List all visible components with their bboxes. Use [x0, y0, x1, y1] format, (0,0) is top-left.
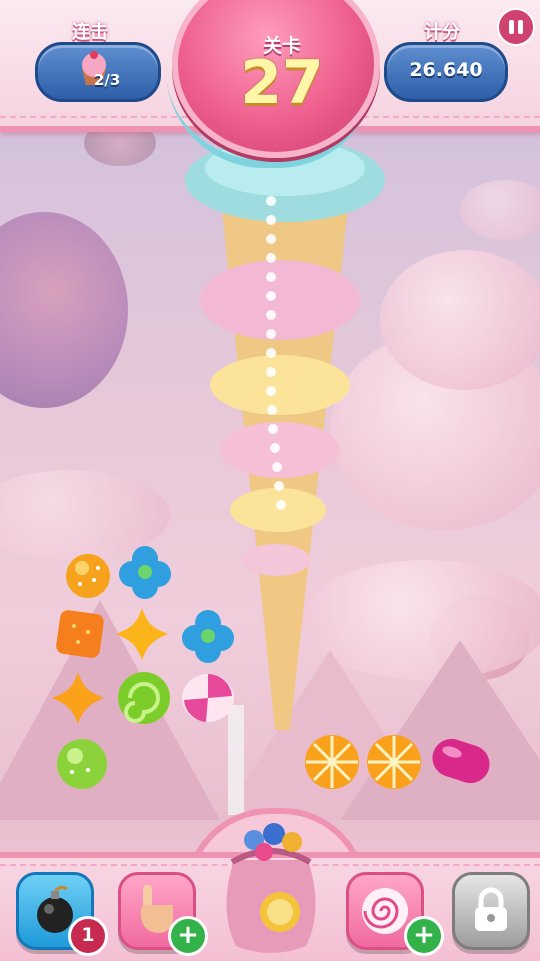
aim-dot	[267, 405, 277, 415]
locked-booster-slot[interactable]	[452, 872, 530, 950]
blue-flower-candy[interactable]	[178, 606, 238, 666]
background-donut-planet	[0, 212, 128, 408]
aim-dot	[266, 253, 276, 263]
aim-dot	[274, 481, 284, 491]
hand-add-button[interactable]: +	[168, 916, 208, 956]
combo-label: 连击	[72, 22, 108, 43]
aim-dot	[266, 272, 276, 282]
blue-flower-candy[interactable]	[115, 542, 175, 602]
yellow-star-candy[interactable]	[48, 668, 108, 728]
aim-dot	[266, 196, 276, 206]
combo-counter: 2/3	[35, 42, 161, 102]
swirl-add-button[interactable]: +	[404, 916, 444, 956]
green-round-candy[interactable]	[52, 734, 112, 794]
pink-peppermint-candy[interactable]	[178, 668, 238, 728]
game-scene: 连击 2/3 关卡 27 计分 26.640 1 + +	[0, 0, 540, 961]
aim-dot	[266, 348, 276, 358]
aim-dot	[266, 367, 276, 377]
pause-button[interactable]	[497, 8, 535, 46]
aim-dot	[270, 443, 280, 453]
lock-icon	[475, 887, 507, 931]
aim-dot	[276, 500, 286, 510]
level-number: 27	[240, 48, 324, 118]
orange-square-candy[interactable]	[50, 604, 110, 664]
aim-dot	[266, 386, 276, 396]
orange-round-candy[interactable]	[58, 546, 118, 606]
score-label: 计分	[424, 22, 460, 43]
aim-dot	[266, 215, 276, 225]
magenta-jelly-bean-candy[interactable]	[428, 728, 494, 794]
background-cloud	[380, 250, 540, 390]
aim-dot	[266, 329, 276, 339]
orange-wheel-candy[interactable]	[302, 732, 362, 792]
bomb-count-badge: 1	[68, 916, 108, 956]
aim-dot	[266, 234, 276, 244]
background-cloud	[460, 180, 540, 240]
aim-dot	[266, 291, 276, 301]
aim-dot	[268, 424, 278, 434]
score-value: 26.640	[409, 59, 483, 81]
yellow-star-candy[interactable]	[112, 604, 172, 664]
orange-wheel-candy[interactable]	[364, 732, 424, 792]
swirl-candy-icon	[362, 888, 408, 934]
pause-icon	[509, 20, 514, 34]
green-swirl-candy[interactable]	[114, 668, 174, 728]
score-counter: 26.640	[384, 42, 508, 102]
candy-bag-icon[interactable]	[214, 820, 328, 958]
combo-value: 2/3	[94, 71, 121, 89]
aim-dot	[272, 462, 282, 472]
aim-dot	[266, 310, 276, 320]
